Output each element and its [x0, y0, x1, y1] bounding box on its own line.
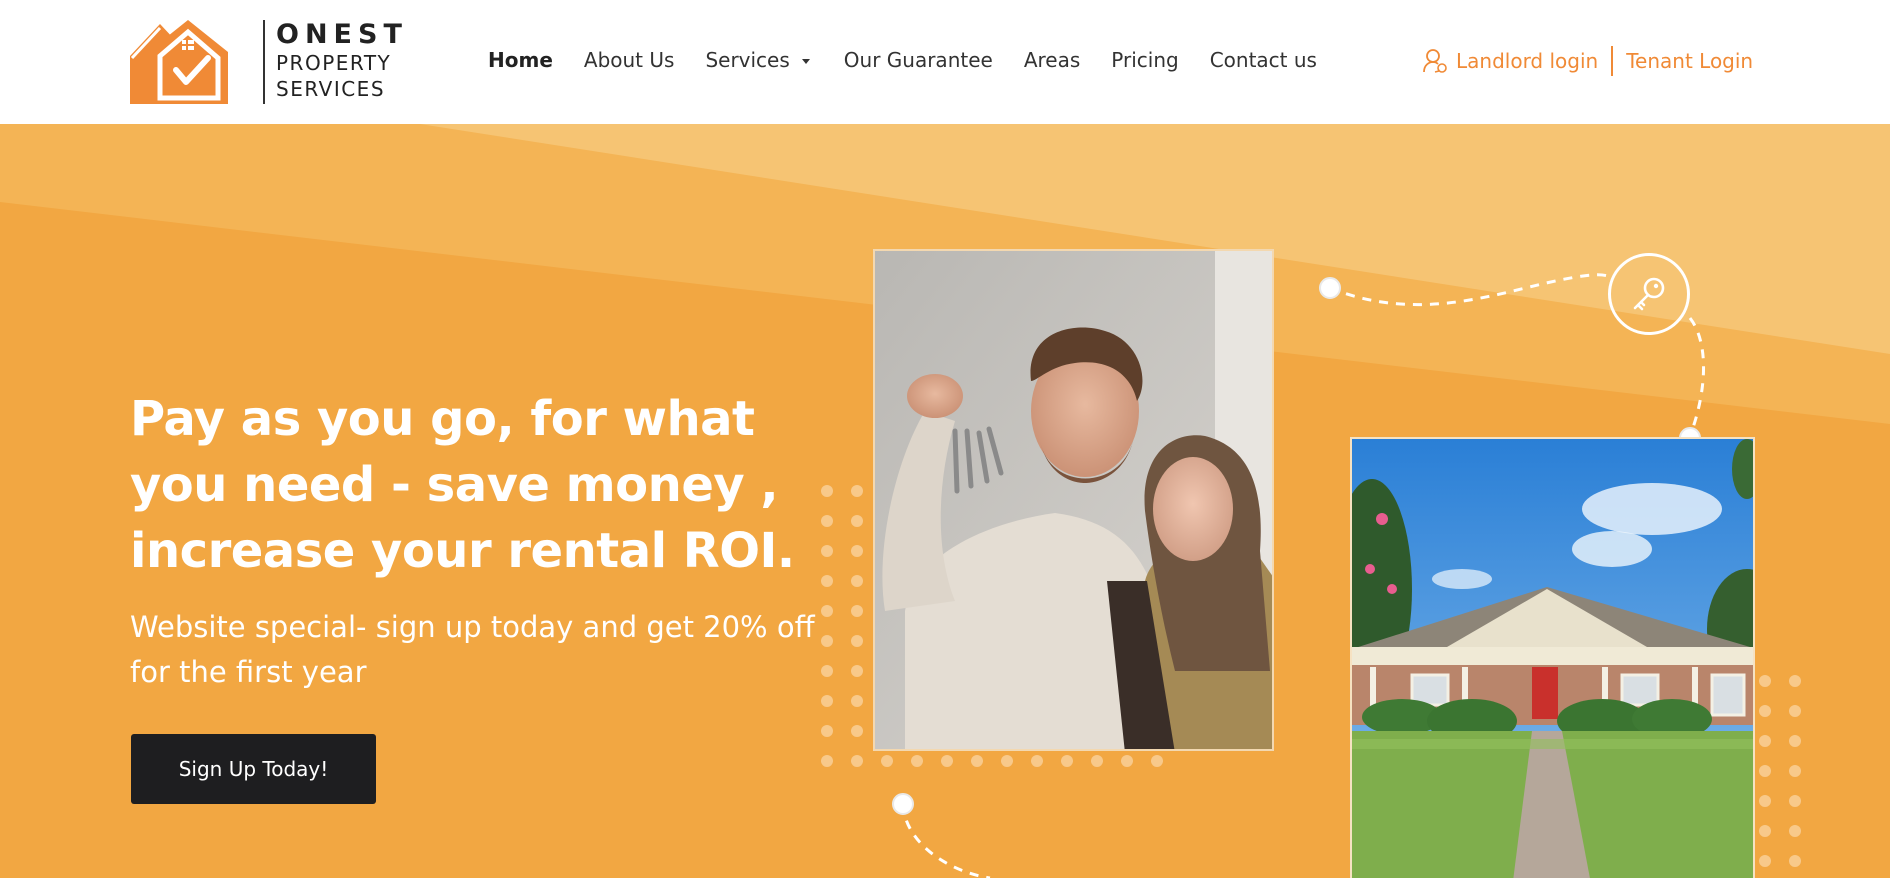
brand-name-line2: PROPERTY	[276, 51, 392, 75]
dot-grid-right	[1759, 675, 1801, 867]
hero-subline: Website special- sign up today and get 2…	[130, 610, 815, 689]
nav-item-areas[interactable]: Areas	[1024, 48, 1080, 72]
main-nav: Home About Us Services Our Guarantee Are…	[488, 48, 1348, 72]
nav-item-home[interactable]: Home	[488, 48, 553, 72]
hero-section: Pay as you go, for what you need - save …	[0, 124, 1890, 878]
hero-headline: Pay as you go, for what you need - save …	[130, 391, 795, 579]
brand-logo[interactable]: ONEST PROPERTY SERVICES	[130, 18, 410, 106]
brand-wordmark: ONEST PROPERTY SERVICES	[276, 20, 408, 102]
key-icon	[1633, 277, 1665, 311]
key-badge	[1608, 253, 1690, 335]
nav-item-pricing[interactable]: Pricing	[1111, 48, 1178, 72]
sign-up-button[interactable]: Sign Up Today!	[131, 734, 376, 804]
nav-item-about-us[interactable]: About Us	[584, 48, 675, 72]
auth-links: Landlord login Tenant Login	[1422, 46, 1753, 76]
brand-name-line3: SERVICES	[276, 77, 386, 101]
couple-holding-keys-photo	[873, 249, 1274, 751]
house-exterior-photo	[1350, 437, 1755, 878]
brand-name-line1: ONEST	[276, 19, 408, 50]
nav-item-services[interactable]: Services	[705, 48, 810, 72]
landlord-login-link[interactable]: Landlord login	[1456, 49, 1598, 73]
user-icon	[1423, 49, 1447, 73]
tenant-login-link[interactable]: Tenant Login	[1626, 49, 1753, 73]
nav-item-contact-us[interactable]: Contact us	[1210, 48, 1317, 72]
auth-separator	[1611, 46, 1614, 76]
nav-item-services-label: Services	[705, 48, 790, 72]
site-header: ONEST PROPERTY SERVICES Home About Us Se…	[0, 0, 1890, 124]
nav-item-our-guarantee[interactable]: Our Guarantee	[844, 48, 993, 72]
house-check-logo-icon	[130, 20, 228, 104]
caret-down-icon	[801, 59, 810, 64]
logo-divider	[263, 20, 265, 104]
